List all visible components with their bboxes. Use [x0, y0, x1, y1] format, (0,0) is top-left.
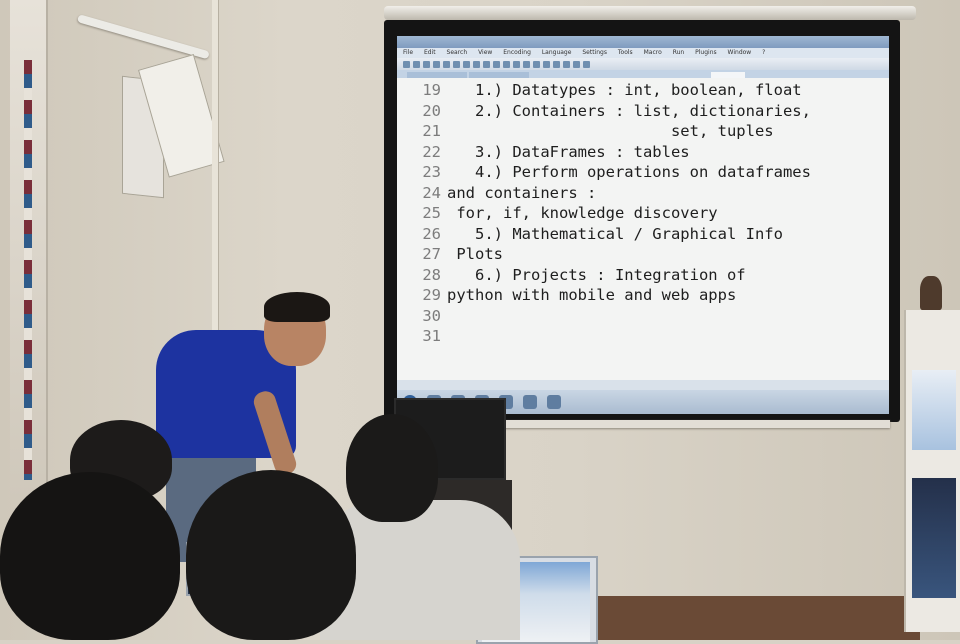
menu-settings[interactable]: Settings: [582, 49, 607, 56]
line-text: Plots: [447, 245, 503, 264]
menu-encoding[interactable]: Encoding: [503, 49, 531, 56]
redo-icon[interactable]: [503, 60, 510, 68]
line-number: 29: [422, 286, 441, 305]
code-line: 25 for, if, knowledge discovery: [397, 203, 889, 224]
menu-language[interactable]: Language: [542, 49, 572, 56]
line-text: 2.) Containers : list, dictionaries,: [447, 101, 811, 120]
zoom-in-icon[interactable]: [533, 60, 540, 68]
print-icon[interactable]: [453, 60, 460, 68]
menu-edit[interactable]: Edit: [424, 49, 436, 56]
line-number: 21: [422, 122, 441, 141]
projected-notepad-window: File Edit Search View Encoding Language …: [397, 36, 889, 414]
line-number: 28: [422, 265, 441, 284]
line-text: 4.) Perform operations on dataframes: [447, 163, 811, 182]
replace-icon[interactable]: [523, 60, 530, 68]
wrap-icon[interactable]: [553, 60, 560, 68]
python-icon[interactable]: [547, 395, 561, 409]
code-line: 29 python with mobile and web apps: [397, 285, 889, 306]
save-all-icon[interactable]: [433, 60, 440, 68]
student-head: [346, 414, 438, 522]
code-line: 27 Plots: [397, 244, 889, 265]
zoom-out-icon[interactable]: [543, 60, 550, 68]
menu-view[interactable]: View: [478, 49, 492, 56]
line-text: 5.) Mathematical / Graphical Info: [447, 224, 783, 243]
line-number: 20: [422, 101, 441, 120]
notepad-statusbar: [397, 380, 889, 390]
paste-icon[interactable]: [483, 60, 490, 68]
projector-screen-rod: [384, 6, 916, 20]
line-text: 3.) DataFrames : tables: [447, 142, 690, 161]
wall-banner: [10, 0, 48, 500]
notepad-menubar: File Edit Search View Encoding Language …: [397, 48, 889, 58]
notepad-toolbar: [397, 58, 889, 70]
find-icon[interactable]: [513, 60, 520, 68]
line-number: 23: [422, 163, 441, 182]
line-number: 27: [422, 245, 441, 264]
line-number: 19: [422, 81, 441, 100]
line-text: python with mobile and web apps: [447, 286, 737, 305]
menu-file[interactable]: File: [403, 49, 413, 56]
code-line: 22 3.) DataFrames : tables: [397, 142, 889, 163]
menu-run[interactable]: Run: [673, 49, 685, 56]
line-number: 22: [422, 142, 441, 161]
line-text: 6.) Projects : Integration of: [447, 265, 746, 284]
folder-icon[interactable]: [523, 395, 537, 409]
code-line: 26 5.) Mathematical / Graphical Info: [397, 224, 889, 245]
play-macro-icon[interactable]: [583, 60, 590, 68]
student-head: [186, 470, 356, 640]
code-line: 19 1.) Datatypes : int, boolean, float: [397, 80, 889, 101]
code-line: 24 and containers :: [397, 183, 889, 204]
presenter-hair: [264, 292, 330, 322]
line-number: 24: [422, 183, 441, 202]
notepad-tabs: [397, 70, 889, 78]
poster: [912, 370, 956, 450]
line-text: 1.) Datatypes : int, boolean, float: [447, 81, 802, 100]
poster: [912, 478, 956, 598]
floor: [590, 596, 920, 640]
line-text: and containers :: [447, 183, 597, 202]
code-line: 20 2.) Containers : list, dictionaries,: [397, 101, 889, 122]
student-head: [0, 472, 180, 640]
notice-board: [904, 310, 960, 632]
save-icon[interactable]: [423, 60, 430, 68]
notepad-titlebar: [397, 36, 889, 48]
wall-calendar: [122, 54, 225, 199]
record-macro-icon[interactable]: [573, 60, 580, 68]
menu-plugins[interactable]: Plugins: [695, 49, 717, 56]
wall-pipe: [212, 0, 218, 340]
undo-icon[interactable]: [493, 60, 500, 68]
line-text: set, tuples: [447, 122, 774, 141]
menu-window[interactable]: Window: [728, 49, 752, 56]
code-line: 23 4.) Perform operations on dataframes: [397, 162, 889, 183]
copy-icon[interactable]: [473, 60, 480, 68]
banner-stripe: [24, 60, 32, 480]
new-file-icon[interactable]: [403, 60, 410, 68]
open-file-icon[interactable]: [413, 60, 420, 68]
menu-tools[interactable]: Tools: [618, 49, 633, 56]
code-line: 28 6.) Projects : Integration of: [397, 265, 889, 286]
indent-icon[interactable]: [563, 60, 570, 68]
cut-icon[interactable]: [463, 60, 470, 68]
line-number: 31: [422, 327, 441, 346]
menu-search[interactable]: Search: [447, 49, 468, 56]
menu-macro[interactable]: Macro: [644, 49, 662, 56]
line-text: for, if, knowledge discovery: [447, 204, 718, 223]
small-statue: [920, 276, 942, 310]
menu-help[interactable]: ?: [762, 49, 765, 56]
line-number: 26: [422, 224, 441, 243]
code-line: 31: [397, 326, 889, 347]
code-line: 21 set, tuples: [397, 121, 889, 142]
code-line: 30: [397, 306, 889, 327]
line-number: 25: [422, 204, 441, 223]
line-number: 30: [422, 306, 441, 325]
code-editor[interactable]: 19 1.) Datatypes : int, boolean, float 2…: [397, 78, 889, 347]
close-icon[interactable]: [443, 60, 450, 68]
